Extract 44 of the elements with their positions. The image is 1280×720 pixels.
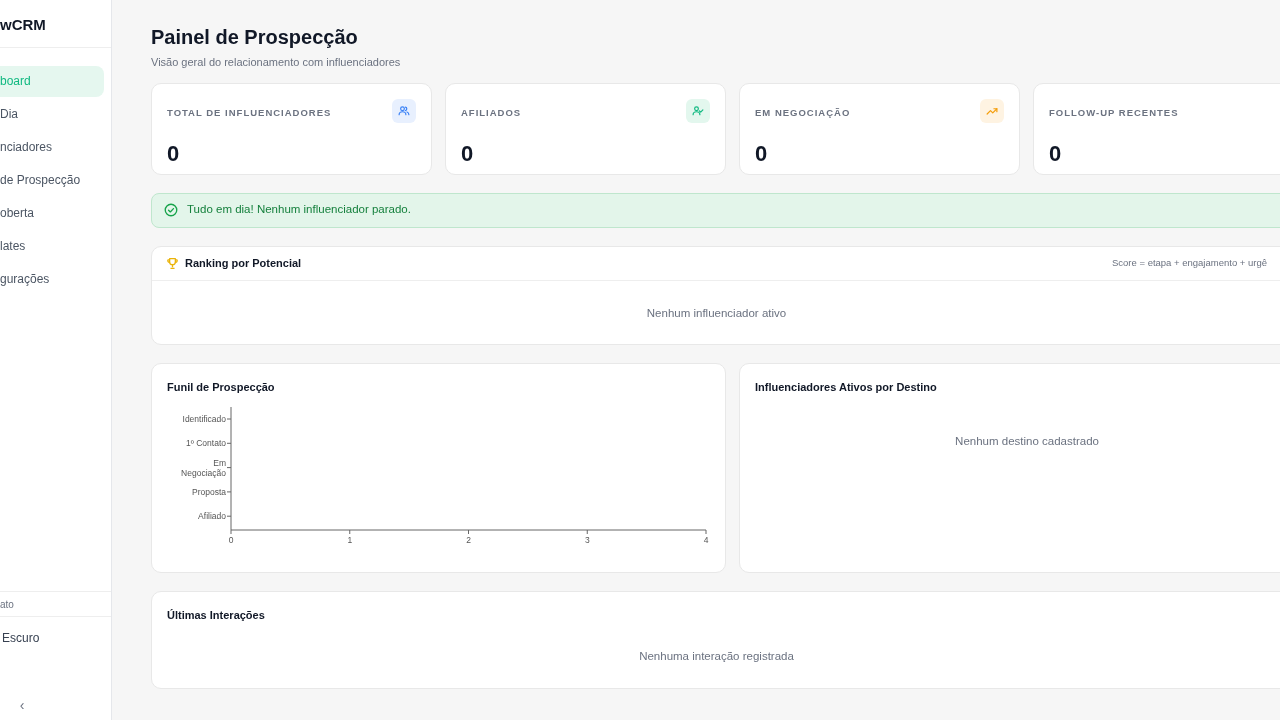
page-title: Painel de Prospecção [151,25,359,49]
axis-label: Proposta [191,486,226,497]
axis-tick-label: 0 [228,535,234,545]
stat-value: 0 [755,140,769,167]
alert-text: Tudo em dia! Nenhum influenciador parado. [187,202,411,218]
axis-label: Afiliado [198,511,226,522]
nav-item[interactable]: de Prospecção [0,165,104,196]
card-title: Últimas Interações [167,607,266,623]
nav-item[interactable]: nciadores [0,132,104,163]
stat-value: 0 [167,140,181,167]
check-circle-icon [164,203,178,217]
axis-tick-label: 1 [347,535,353,545]
stat-value: 0 [461,140,475,167]
stat-label: AFILIADOS [461,105,522,120]
axis-label: Identificado [182,414,226,424]
axis-label: Em [213,457,226,468]
empty-message: Nenhum influenciador ativo [645,305,788,321]
axis-label: 1º Contato [186,438,226,449]
empty-message: Nenhuma interação registrada [638,649,795,664]
stat-label: TOTAL DE INFLUENCIADORES [167,105,332,120]
stat-label: EM NEGOCIAÇÃO [755,105,851,120]
users-icon [398,104,410,117]
app-logo-text: wCRM [0,16,46,33]
axis-label: Negociação [181,467,226,478]
empty-message: Nenhum destino cadastrado [954,434,1100,449]
nav-item[interactable]: oberta [0,198,104,229]
page-subtitle: Visão geral do relacionamento com influenciadores [151,55,402,70]
collapse-button[interactable]: ‹ [14,695,30,716]
card-title: Influenciadores Ativos por Destino [755,379,938,395]
card-title: Ranking por Potencial [185,255,302,271]
axis-tick-label: 3 [584,535,590,545]
stat-label: FOLLOW-UP RECENTES [1049,105,1179,120]
footer-label: ato [0,599,14,610]
card-title: Funil de Prospecção [167,379,276,395]
nav-item[interactable]: lates [0,231,104,262]
trophy-icon [166,256,179,270]
theme-toggle[interactable]: Escuro [0,617,111,647]
axis-tick-label: 4 [703,535,709,545]
user-check-icon [692,104,704,117]
nav-item[interactable]: gurações [0,264,104,295]
score-note: Score = etapa + engajamento + urgê [1112,255,1267,270]
axis-tick-label: 2 [466,535,471,545]
nav-item[interactable]: Dia [0,99,104,130]
stat-value: 0 [1049,140,1063,167]
